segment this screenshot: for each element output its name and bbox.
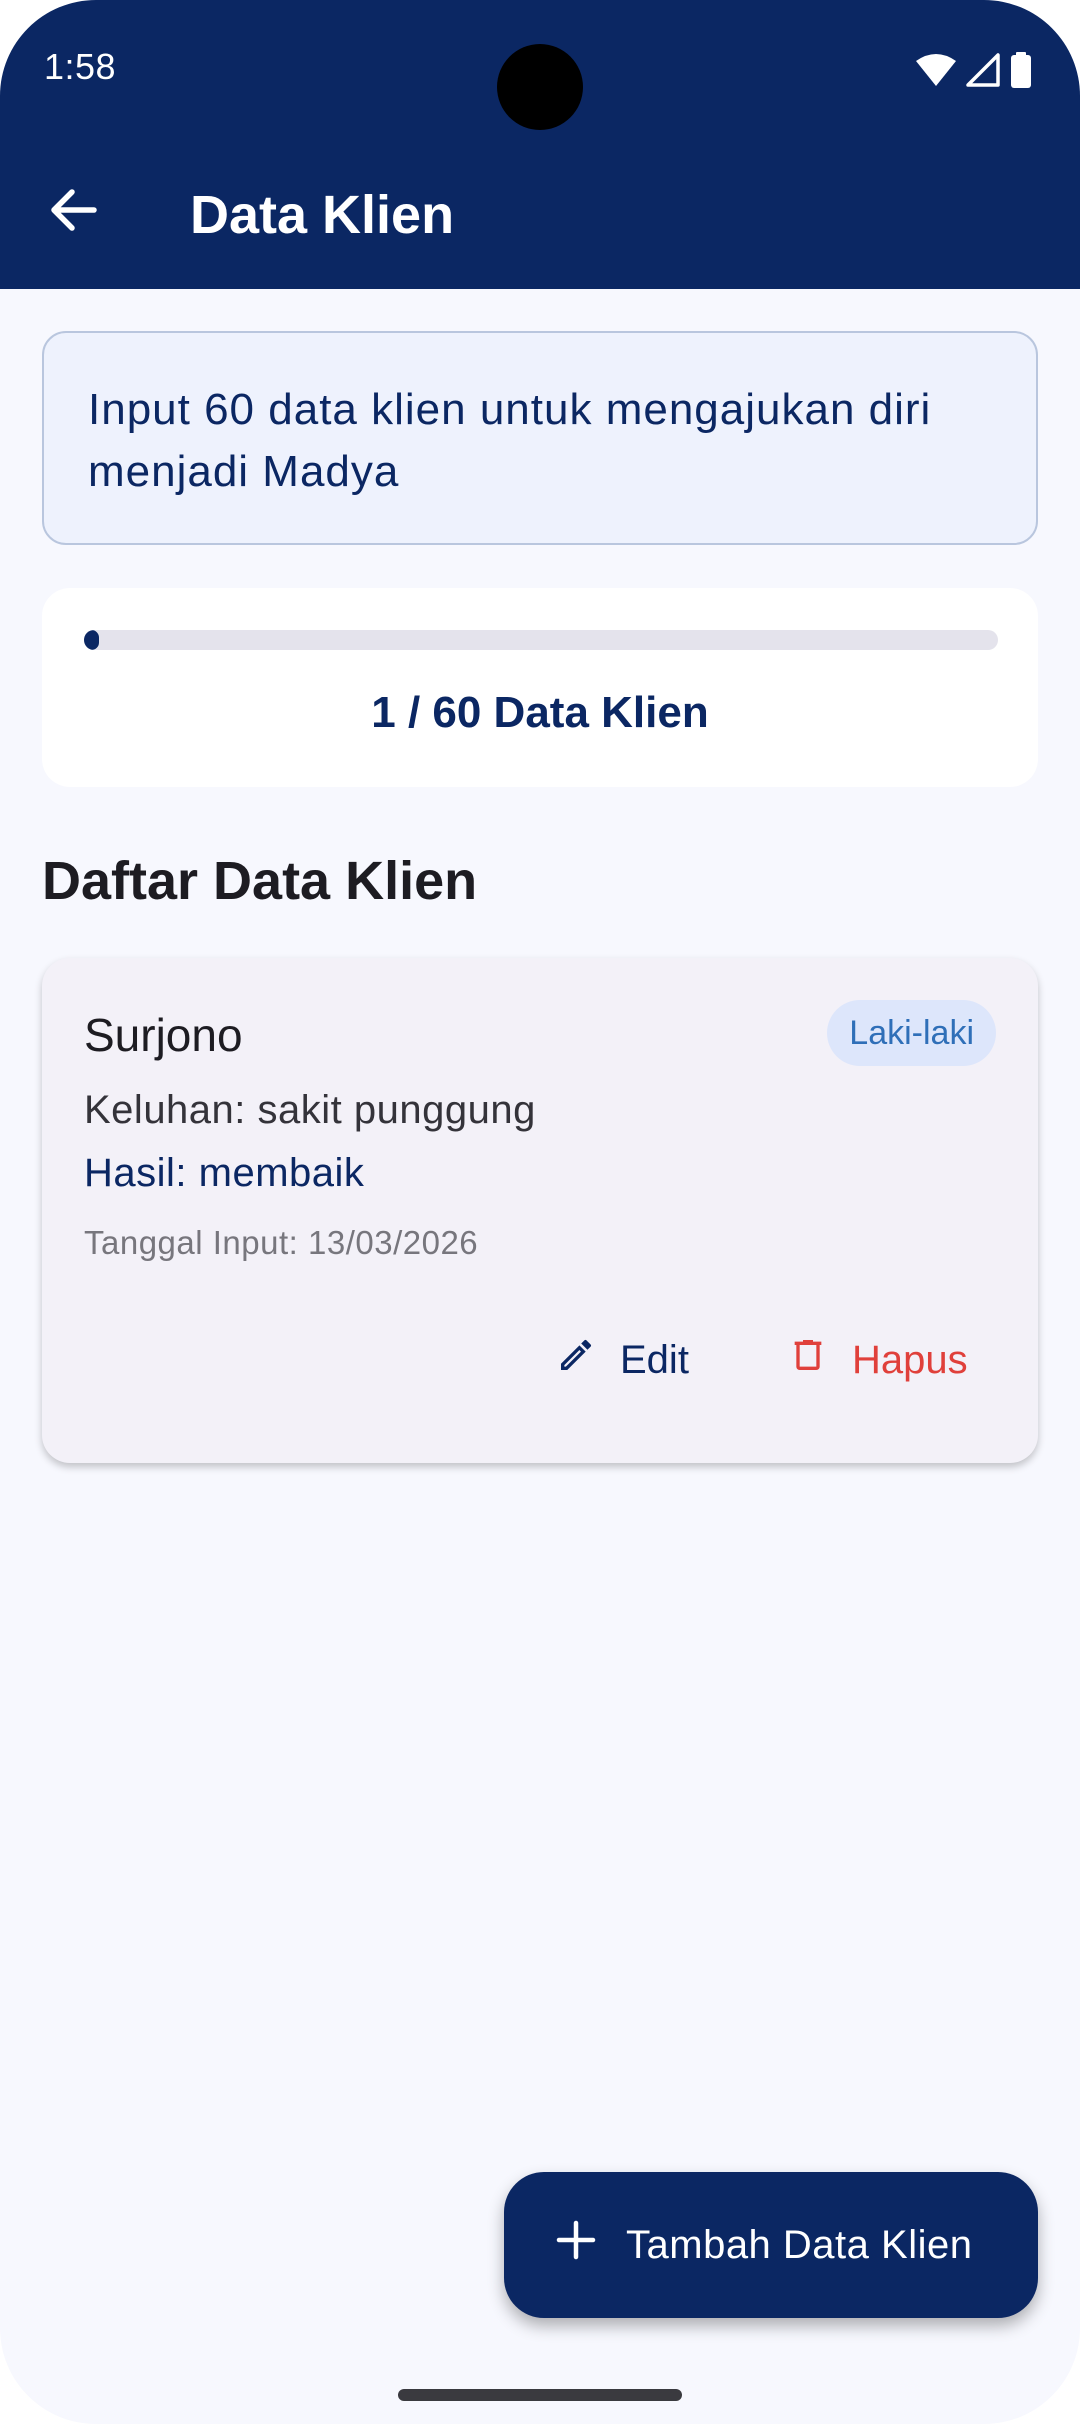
back-button[interactable]: [38, 176, 110, 248]
status-icons: [916, 52, 1032, 88]
delete-label: Hapus: [852, 1337, 968, 1382]
info-card: Input 60 data klien untuk mengajukan dir…: [42, 331, 1038, 545]
arrow-back-icon: [50, 188, 98, 237]
pencil-icon: [556, 1335, 596, 1385]
gender-badge: Laki-laki: [827, 1000, 996, 1066]
plus-icon: [556, 2220, 596, 2270]
section-title: Daftar Data Klien: [42, 851, 478, 911]
edit-label: Edit: [620, 1337, 689, 1382]
progress-label: 1 / 60 Data Klien: [371, 688, 709, 737]
client-complaint: Keluhan: sakit punggung: [84, 1088, 536, 1132]
add-client-button[interactable]: Tambah Data Klien: [504, 2172, 1038, 2318]
home-indicator[interactable]: [398, 2389, 682, 2401]
battery-icon: [1010, 52, 1032, 88]
trash-icon: [788, 1335, 828, 1385]
wifi-icon: [916, 53, 956, 87]
progress-bar-fill: [84, 630, 100, 650]
delete-button[interactable]: Hapus: [764, 1320, 992, 1400]
status-time: 1:58: [44, 46, 117, 87]
client-result: Hasil: membaik: [84, 1151, 365, 1195]
client-card[interactable]: Surjono Laki-laki Keluhan: sakit punggun…: [42, 958, 1038, 1463]
progress-card: 1 / 60 Data Klien: [42, 588, 1038, 787]
edit-button[interactable]: Edit: [532, 1320, 713, 1400]
page-title: Data Klien: [190, 185, 455, 245]
app-bar: 1:58 Data Klien: [0, 0, 1080, 289]
camera-cutout: [497, 44, 583, 130]
signal-icon: [966, 53, 1000, 87]
screen: 1:58 Data Klien Input 60 data klien untu…: [0, 0, 1080, 2424]
client-date: Tanggal Input: 13/03/2026: [84, 1224, 479, 1261]
info-message: Input 60 data klien untuk mengajukan dir…: [88, 385, 932, 496]
add-client-label: Tambah Data Klien: [626, 2222, 973, 2267]
progress-bar: [84, 630, 998, 650]
client-name: Surjono: [84, 1009, 243, 1061]
